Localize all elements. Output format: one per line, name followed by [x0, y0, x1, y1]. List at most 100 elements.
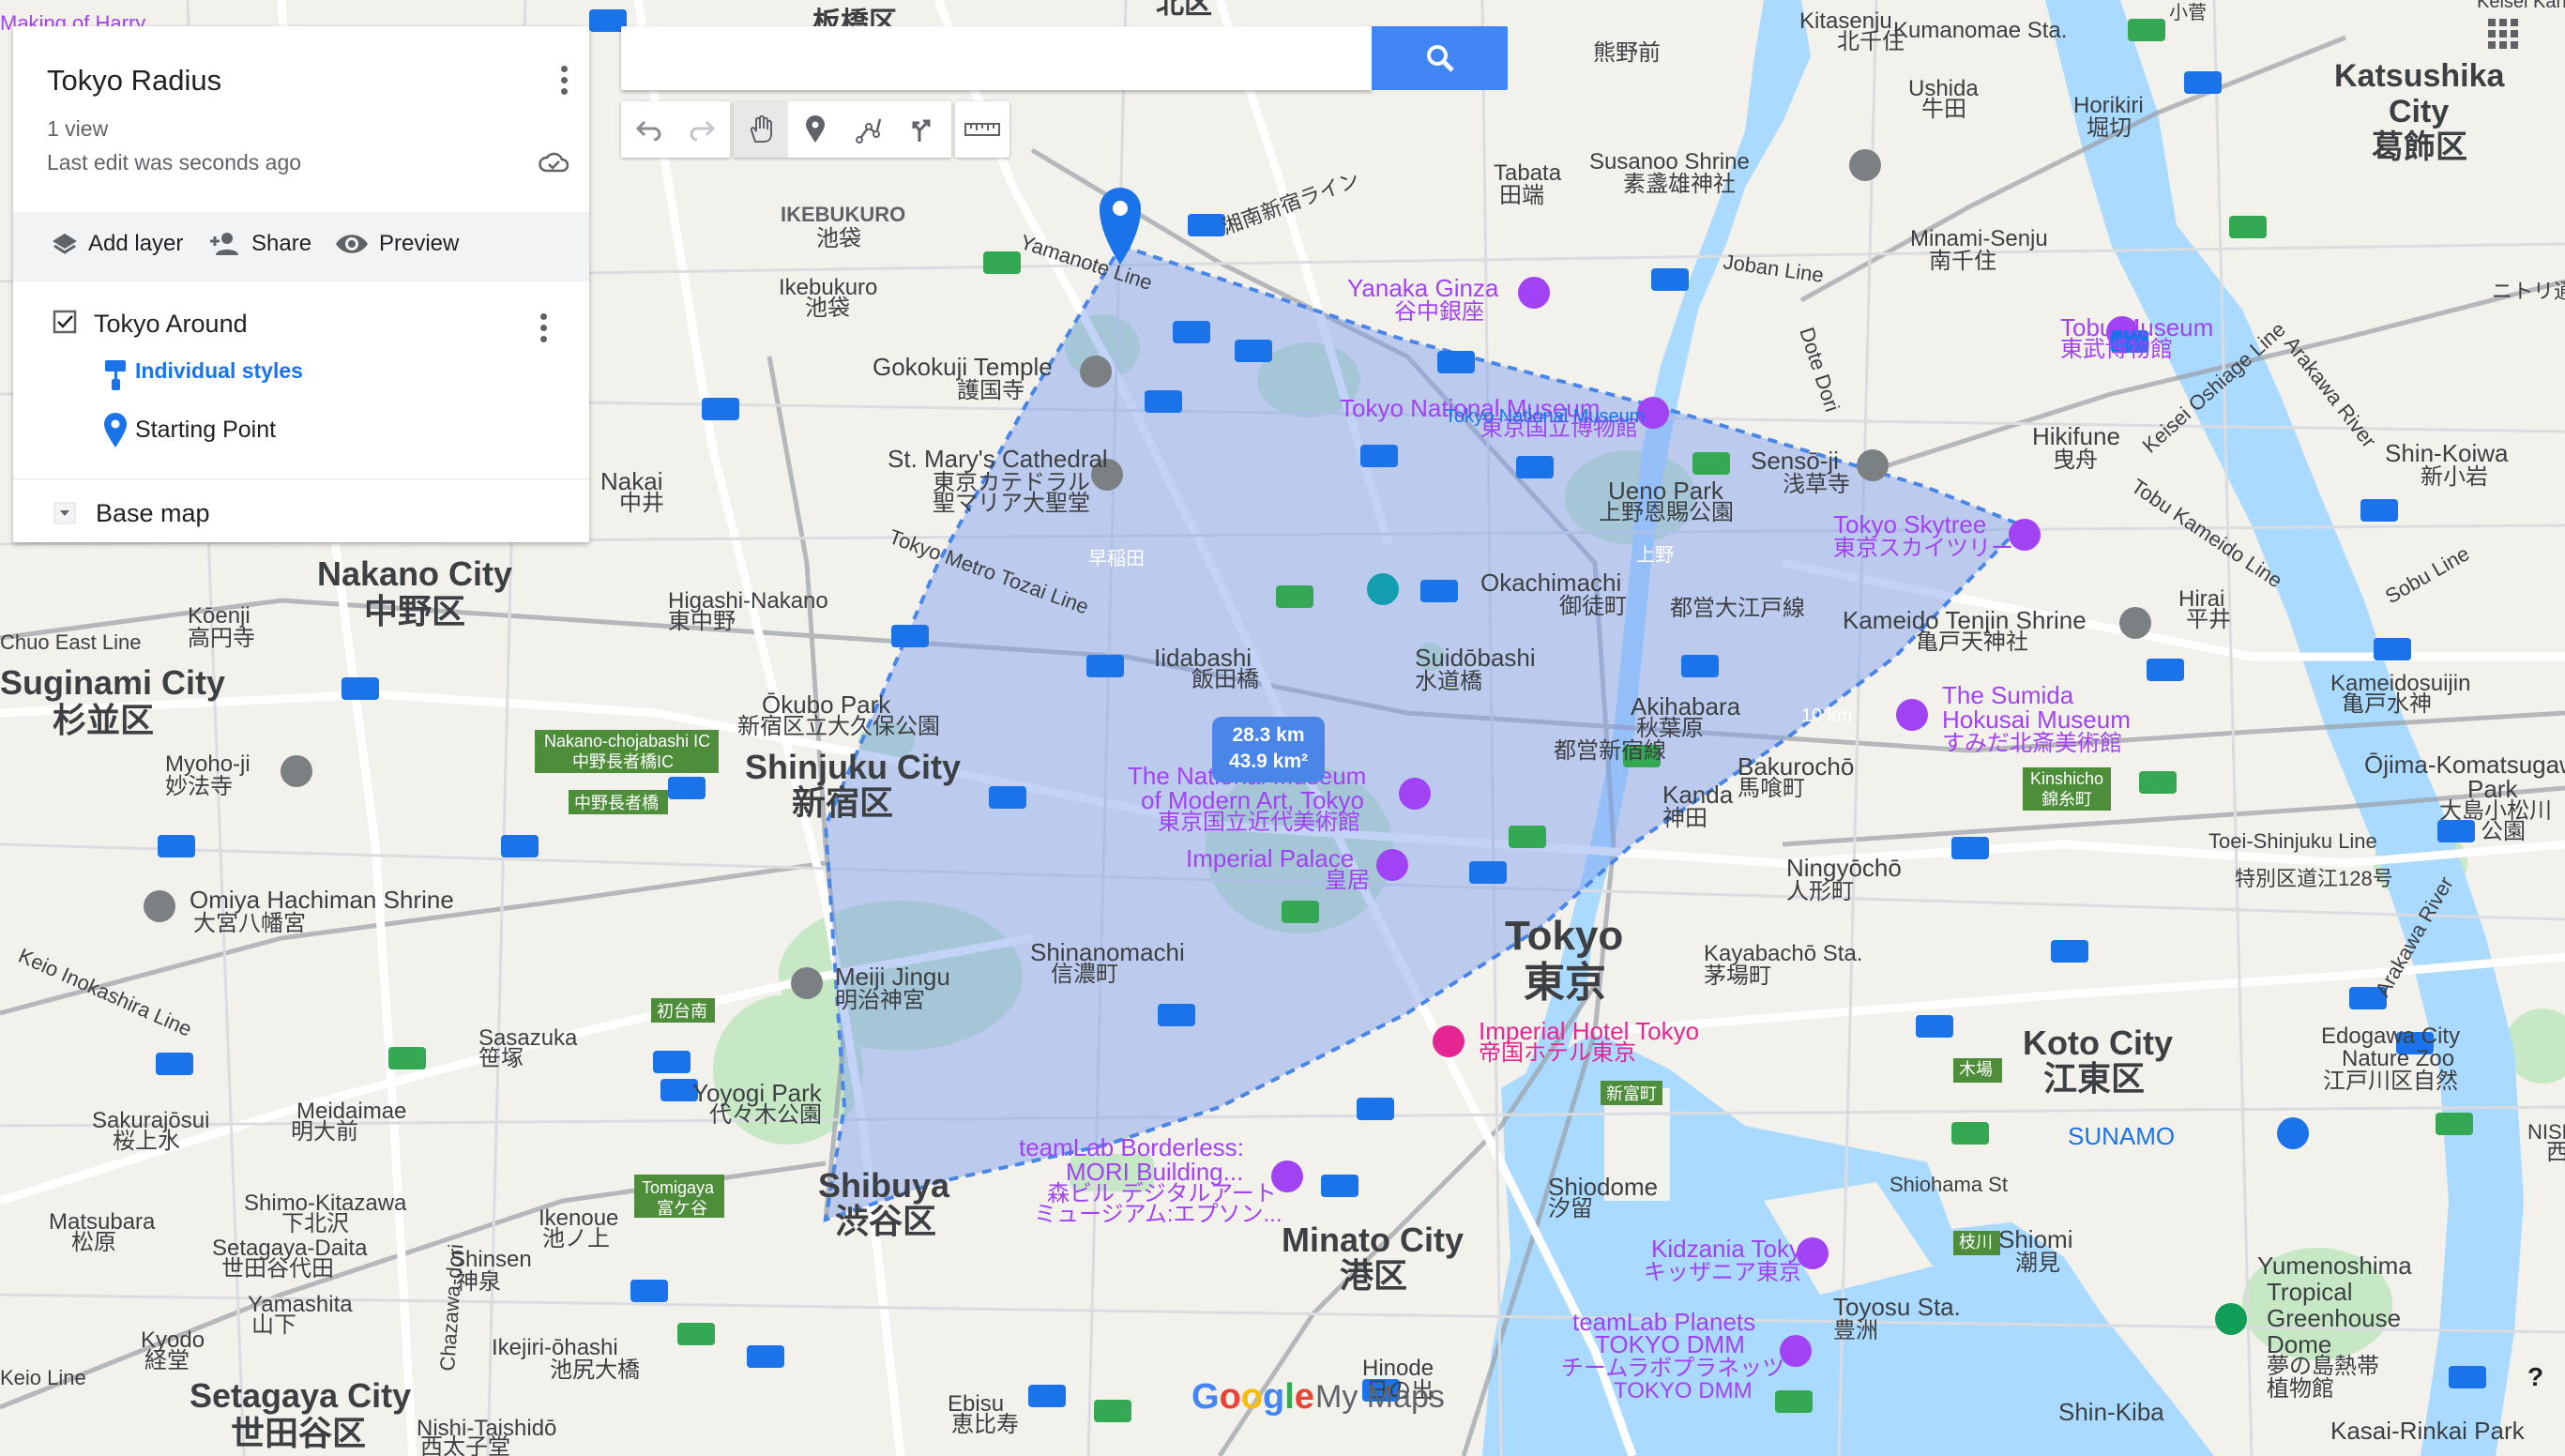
svg-text:Yanaka Ginza: Yanaka Ginza — [1347, 274, 1499, 302]
draw-line-button[interactable] — [842, 101, 897, 158]
apps-grid-icon[interactable] — [2488, 19, 2518, 49]
svg-text:植物館: 植物館 — [2267, 1376, 2334, 1402]
svg-text:Myoho-ji: Myoho-ji — [165, 751, 250, 777]
svg-text:錦糸町: 錦糸町 — [2041, 790, 2092, 809]
search-icon — [1426, 45, 1454, 72]
svg-text:Shin-Koiwa: Shin-Koiwa — [2385, 439, 2509, 467]
svg-text:杉並区: 杉並区 — [53, 701, 154, 739]
svg-text:Ikejiri-ōhashi: Ikejiri-ōhashi — [492, 1335, 618, 1360]
svg-text:Kayabachō Sta.: Kayabachō Sta. — [1704, 941, 1862, 966]
layer-visibility-checkbox[interactable] — [53, 310, 77, 334]
starting-point-item[interactable]: Starting Point — [135, 417, 276, 444]
svg-text:Hokusai Museum: Hokusai Museum — [1942, 705, 2131, 734]
measure-distance-button[interactable] — [955, 101, 1009, 158]
more-vert-dot — [540, 325, 547, 331]
layer-title[interactable]: Tokyo Around — [94, 310, 248, 339]
svg-text:豊洲: 豊洲 — [1833, 1318, 1878, 1343]
marker-icon — [806, 115, 825, 143]
svg-text:Toyosu Sta.: Toyosu Sta. — [1833, 1293, 1961, 1321]
svg-text:東京スカイツリー: 東京スカイツリー — [1833, 536, 2013, 561]
svg-text:Suginami City: Suginami City — [0, 663, 225, 702]
svg-text:港区: 港区 — [1340, 1256, 1407, 1295]
svg-text:TOKYO DMM: TOKYO DMM — [1614, 1378, 1753, 1403]
svg-text:Katsushika: Katsushika — [2334, 58, 2505, 94]
svg-text:聖マリア大聖堂: 聖マリア大聖堂 — [933, 491, 1090, 516]
svg-text:汐留: 汐留 — [1548, 1196, 1593, 1221]
add-directions-button[interactable] — [897, 101, 951, 158]
base-map-label[interactable]: Base map — [96, 499, 210, 528]
svg-text:Edogawa City: Edogawa City — [2321, 1024, 2460, 1049]
measure-distance: 28.3 km — [1232, 724, 1305, 746]
help-button[interactable]: ? — [2527, 1362, 2543, 1392]
svg-text:平井: 平井 — [2186, 607, 2231, 632]
undo-icon — [635, 120, 661, 141]
logo-letter: l — [1284, 1377, 1295, 1417]
preview-label: Preview — [379, 231, 460, 256]
svg-text:代々木公園: 代々木公園 — [709, 1102, 822, 1128]
add-layer-button[interactable]: Add layer — [51, 231, 183, 257]
measure-area: 43.9 km² — [1228, 751, 1309, 772]
last-edit-status: Last edit was seconds ago — [47, 150, 302, 174]
svg-text:山下: 山下 — [251, 1312, 296, 1338]
svg-text:馬喰町: 馬喰町 — [1738, 776, 1805, 801]
svg-text:富ケ谷: 富ケ谷 — [657, 1199, 707, 1218]
svg-text:信濃町: 信濃町 — [1051, 962, 1118, 987]
svg-text:Koto City: Koto City — [2023, 1024, 2173, 1062]
svg-text:新宿区: 新宿区 — [792, 783, 893, 822]
more-vert-dot — [561, 88, 568, 95]
individual-styles-link[interactable]: Individual styles — [135, 358, 303, 384]
base-map-expand-toggle[interactable] — [53, 501, 77, 525]
search-button[interactable] — [1372, 26, 1508, 90]
svg-text:Ōjima-Komatsugawa: Ōjima-Komatsugawa — [2364, 751, 2565, 779]
svg-text:人形町: 人形町 — [1786, 879, 1854, 904]
panel-action-bar: Add layer Share Preview — [13, 212, 589, 281]
svg-text:堀切: 堀切 — [2087, 115, 2132, 141]
svg-text:Tabata: Tabata — [1494, 160, 1562, 186]
svg-text:Setagaya City: Setagaya City — [190, 1376, 411, 1415]
svg-text:Suidōbashi: Suidōbashi — [1415, 644, 1536, 672]
svg-text:新富町: 新富町 — [1606, 1084, 1657, 1103]
svg-text:北千住: 北千住 — [1837, 29, 1905, 54]
svg-text:Keio Line: Keio Line — [0, 1366, 86, 1389]
search-input[interactable] — [621, 26, 1372, 90]
svg-text:皇居: 皇居 — [1325, 868, 1370, 893]
svg-text:Sensō-ji: Sensō-ji — [1751, 447, 1839, 475]
svg-text:Chuo East Line: Chuo East Line — [0, 630, 141, 654]
logo-letter: o — [1219, 1377, 1241, 1417]
share-person-icon — [210, 233, 238, 255]
preview-button[interactable]: Preview — [334, 231, 459, 257]
svg-text:St. Mary's Cathedral: St. Mary's Cathedral — [888, 445, 1108, 473]
map-title[interactable]: Tokyo Radius — [47, 64, 221, 98]
add-marker-button[interactable] — [788, 101, 842, 158]
scale-label-10km: 10 km — [1801, 705, 1853, 726]
svg-text:中野区: 中野区 — [364, 592, 465, 630]
svg-text:Greenhouse: Greenhouse — [2267, 1304, 2401, 1332]
svg-text:Nakano-chojabashi IC: Nakano-chojabashi IC — [544, 732, 710, 751]
svg-text:Kōenji: Kōenji — [188, 603, 250, 629]
google-logo: Google — [1191, 1377, 1314, 1418]
ruler-icon — [964, 123, 1000, 136]
svg-text:中野長者橋: 中野長者橋 — [574, 794, 659, 812]
map-legend-panel: Tokyo Radius 1 view Last edit was second… — [13, 26, 589, 542]
svg-text:Tokyo National Museum: Tokyo National Museum — [1445, 406, 1645, 427]
svg-text:Tokyo: Tokyo — [1505, 913, 1623, 959]
layer-options-button[interactable] — [529, 308, 557, 349]
svg-text:Toei-Shinjuku Line: Toei-Shinjuku Line — [2208, 829, 2377, 853]
svg-text:渋谷区: 渋谷区 — [835, 1202, 936, 1240]
map-options-button[interactable] — [550, 60, 578, 101]
svg-text:田端: 田端 — [1499, 183, 1544, 208]
svg-text:牛田: 牛田 — [1921, 97, 1966, 122]
undo-button[interactable] — [621, 101, 675, 158]
select-items-button[interactable] — [734, 101, 788, 158]
more-vert-dot — [561, 77, 568, 83]
svg-text:木場: 木場 — [1959, 1060, 1993, 1079]
redo-button[interactable] — [675, 101, 730, 158]
svg-text:都営新宿線: 都営新宿線 — [1554, 738, 1666, 764]
svg-text:池ノ上: 池ノ上 — [542, 1226, 610, 1251]
svg-text:東京国立近代美術館: 東京国立近代美術館 — [1158, 810, 1360, 835]
svg-text:護国寺: 護国寺 — [957, 378, 1024, 403]
svg-text:東武博物館: 東武博物館 — [2060, 337, 2173, 362]
share-button[interactable]: Share — [208, 231, 311, 257]
svg-text:帝国ホテル東京: 帝国ホテル東京 — [1479, 1040, 1636, 1066]
svg-text:浅草寺: 浅草寺 — [1783, 472, 1850, 497]
